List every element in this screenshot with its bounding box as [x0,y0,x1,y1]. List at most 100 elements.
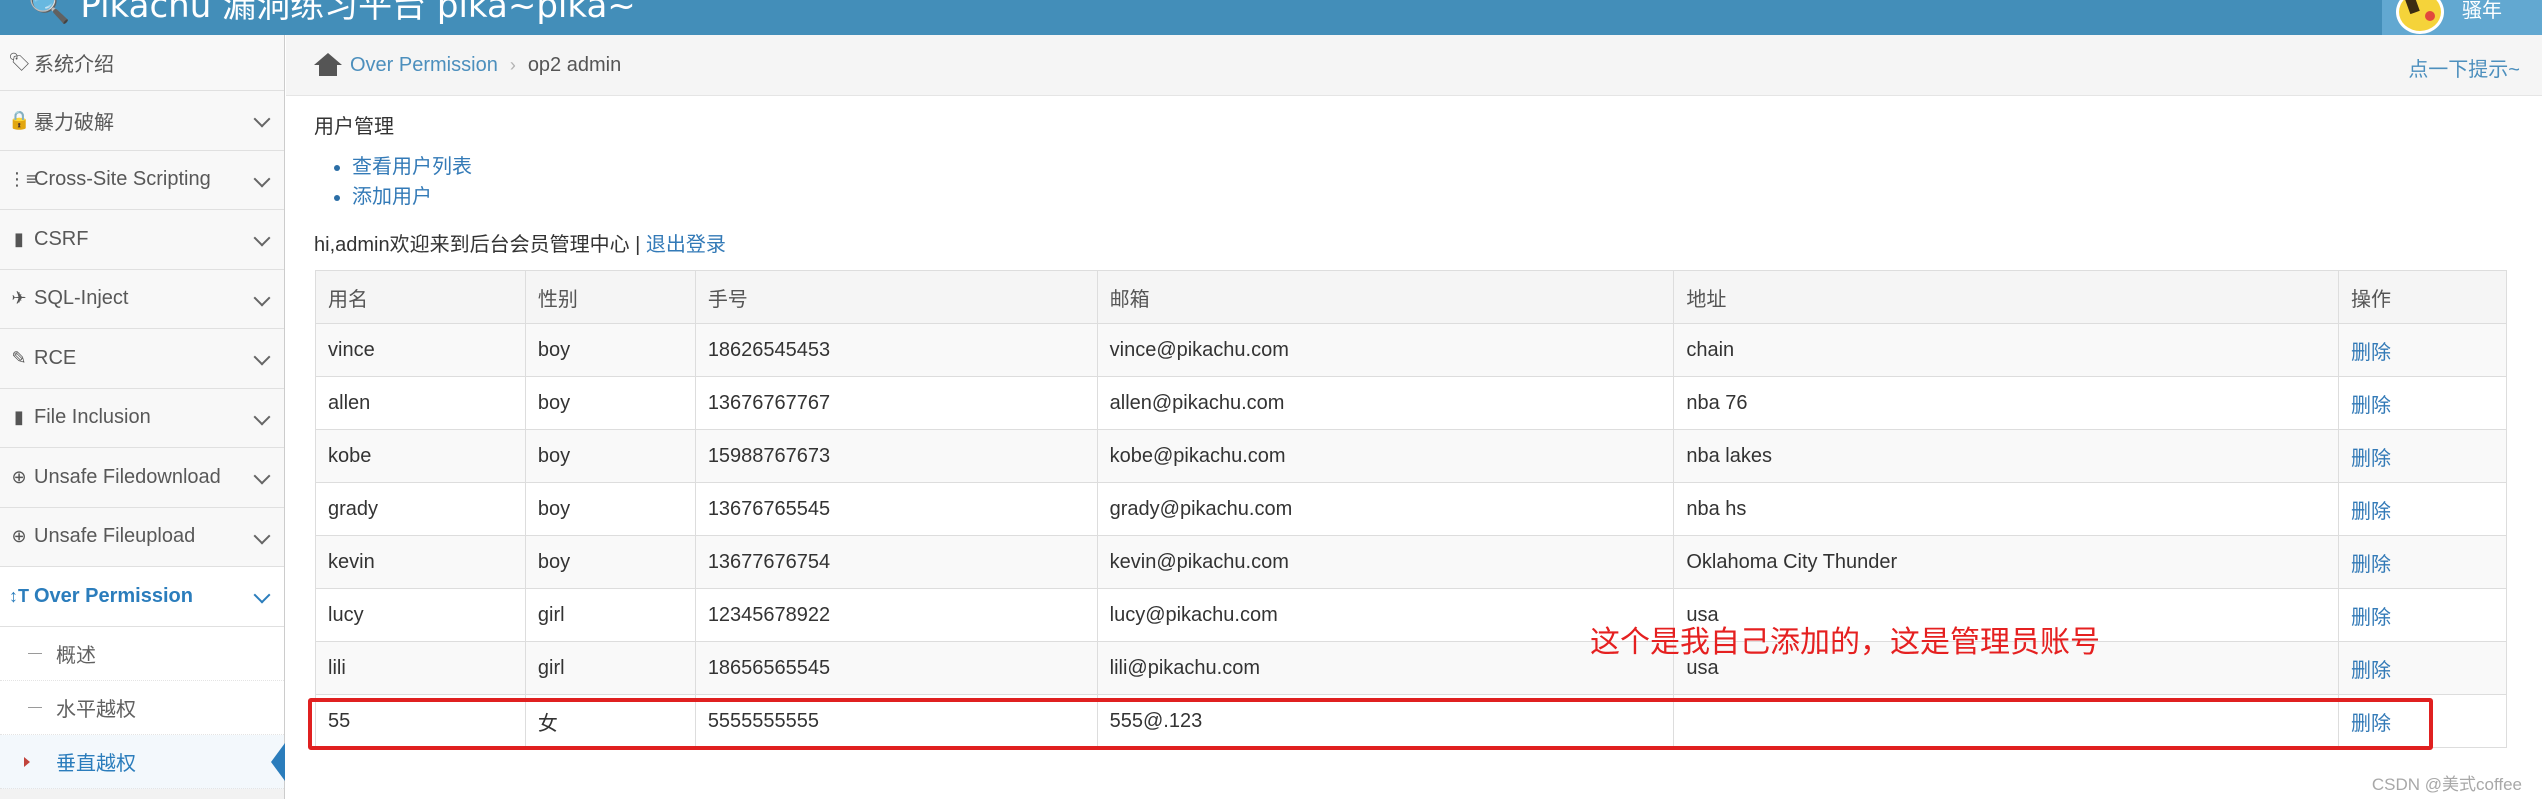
cell-email: lili@pikachu.com [1096,641,1675,695]
delete-link[interactable]: 删除 [2338,694,2507,748]
hint-link[interactable]: 点一下提示~ [2408,53,2520,82]
sidebar-subitem-label: 垂直越权 [56,752,136,775]
cell-email: kevin@pikachu.com [1096,535,1675,589]
sidebar: 🏷 系统介绍 🔒 暴力破解 ⋮≡ Cross-Site Scripting ▮ … [0,35,285,799]
sidebar-item-label: Unsafe Fileupload [34,525,196,548]
cell-address: nba lakes [1673,429,2340,483]
sidebar-item-sql-inject[interactable]: ✈ SQL-Inject [0,269,284,329]
cell-address: nba 76 [1673,376,2340,430]
sidebar-item-label: SQL-Inject [34,287,129,310]
annotation-text: 这个是我自己添加的，这是管理员账号 [1590,626,2100,659]
column-header-phone: 手号 [694,270,1098,324]
sidebar-item-file-inclusion[interactable]: ▮ File Inclusion [0,388,284,448]
delete-link[interactable]: 删除 [2338,429,2507,483]
upload-circle-icon: ⊕ [11,526,27,547]
cell-email: grady@pikachu.com [1096,482,1675,536]
caret-right-icon [24,756,30,767]
table-row: allen boy 13676767767 allen@pikachu.com … [315,376,2507,430]
cell-name: vince [315,323,526,377]
sidebar-item-over-permission[interactable]: ↕T Over Permission [0,567,284,627]
plane-icon: ✈ [11,288,27,309]
cell-name: lucy [315,588,526,642]
cell-name: kobe [315,429,526,483]
over-permission-submenu: 概述 水平越权 垂直越权 [0,626,285,789]
avatar[interactable] [2396,0,2444,34]
cell-sex: girl [524,588,696,642]
cell-sex: boy [524,429,696,483]
cell-address [1673,694,2340,748]
cell-name: lili [315,641,526,695]
welcome-message: hi,admin欢迎来到后台会员管理中心 | 退出登录 [314,228,726,257]
add-user-link[interactable]: 添加用户 [352,186,432,208]
cell-phone: 15988767673 [694,429,1098,483]
cell-address: chain [1673,323,2340,377]
sidebar-item-label: 系统介绍 [34,54,114,76]
sidebar-item-unsafe-filedownload[interactable]: ⊕ Unsafe Filedownload [0,448,284,508]
cell-email: vince@pikachu.com [1096,323,1675,377]
sidebar-item-xss[interactable]: ⋮≡ Cross-Site Scripting [0,150,284,210]
user-table: 用名 性别 手号 邮箱 地址 操作 vince boy 18626545453 … [315,270,2507,748]
cell-email: kobe@pikachu.com [1096,429,1675,483]
sidebar-item-label: CSRF [34,227,89,250]
brand-title[interactable]: 🔍 Pikachu 漏洞练习平台 pika~pika~ [28,0,636,26]
file-icon: ▮ [14,228,24,249]
delete-link[interactable]: 删除 [2338,535,2507,589]
sidebar-item-rce[interactable]: ✎ RCE [0,329,284,389]
text-height-icon: ↕T [9,585,29,606]
sidebar-subitem-label: 概述 [56,644,96,667]
download-circle-icon: ⊕ [11,466,27,487]
welcome-text: hi,admin欢迎来到后台会员管理中心 | [314,234,641,256]
sidebar-item-label: File Inclusion [34,406,151,429]
sidebar-item-intro[interactable]: 🏷 系统介绍 [0,35,284,91]
cell-sex: boy [524,535,696,589]
delete-link[interactable]: 删除 [2338,641,2507,695]
view-user-list-link[interactable]: 查看用户列表 [352,156,472,178]
table-row: lucy girl 12345678922 lucy@pikachu.com u… [315,588,2507,642]
sidebar-item-unsafe-fileupload[interactable]: ⊕ Unsafe Fileupload [0,507,284,567]
delete-link[interactable]: 删除 [2338,588,2507,642]
pencil-icon: ✎ [11,347,27,368]
search-icon: 🔍 [28,0,71,26]
watermark: CSDN @美式coffee [2371,775,2522,794]
sidebar-subitem-horizontal[interactable]: 水平越权 [0,681,284,735]
home-icon[interactable] [314,53,342,77]
cell-phone: 13677676754 [694,535,1098,589]
breadcrumb-parent-link[interactable]: Over Permission [350,54,498,77]
sidebar-item-label: RCE [34,346,77,369]
cell-address: Oklahoma City Thunder [1673,535,2340,589]
breadcrumb-current: op2 admin [527,53,622,76]
sidebar-subitem-overview[interactable]: 概述 [0,627,284,681]
sidebar-item-csrf[interactable]: ▮ CSRF [0,210,284,270]
logout-link[interactable]: 退出登录 [646,234,726,256]
column-header-sex: 性别 [524,270,696,324]
chevron-right-icon: › [509,54,516,75]
lock-icon: 🔒 [8,109,31,130]
cell-name: kevin [315,535,526,589]
sidebar-item-brute-force[interactable]: 🔒 暴力破解 [0,91,284,151]
sidebar-subitem-label: 水平越权 [56,698,136,721]
sidebar-subitem-vertical[interactable]: 垂直越权 [0,734,285,789]
table-row: grady boy 13676765545 grady@pikachu.com … [315,482,2507,536]
breadcrumb: Over Permission › op2 admin 点一下提示~ [286,35,2542,96]
top-navbar: 🔍 Pikachu 漏洞练习平台 pika~pika~ 骚年 [0,0,2542,35]
table-row: 55 女 5555555555 555@.123 删除 [315,694,2507,748]
table-row: kobe boy 15988767673 kobe@pikachu.com nb… [315,429,2507,483]
delete-link[interactable]: 删除 [2338,482,2507,536]
cell-email: allen@pikachu.com [1096,376,1675,430]
page-title: 用户管理 [314,116,394,138]
delete-link[interactable]: 删除 [2338,323,2507,377]
user-name: 骚年 [2462,0,2502,22]
list-item: 查看用户列表 [352,152,472,182]
cell-phone: 5555555555 [694,694,1098,748]
user-menu[interactable]: 骚年 [2382,0,2542,35]
list-tree-icon: ⋮≡ [8,169,37,190]
cell-name: allen [315,376,526,430]
sidebar-item-label: Over Permission [34,584,193,607]
column-header-email: 邮箱 [1096,270,1675,324]
cell-phone: 18626545453 [694,323,1098,377]
delete-link[interactable]: 删除 [2338,376,2507,430]
cell-phone: 13676765545 [694,482,1098,536]
cell-sex: boy [524,376,696,430]
table-row: kevin boy 13677676754 kevin@pikachu.com … [315,535,2507,589]
sidebar-item-label: Unsafe Filedownload [34,465,221,488]
